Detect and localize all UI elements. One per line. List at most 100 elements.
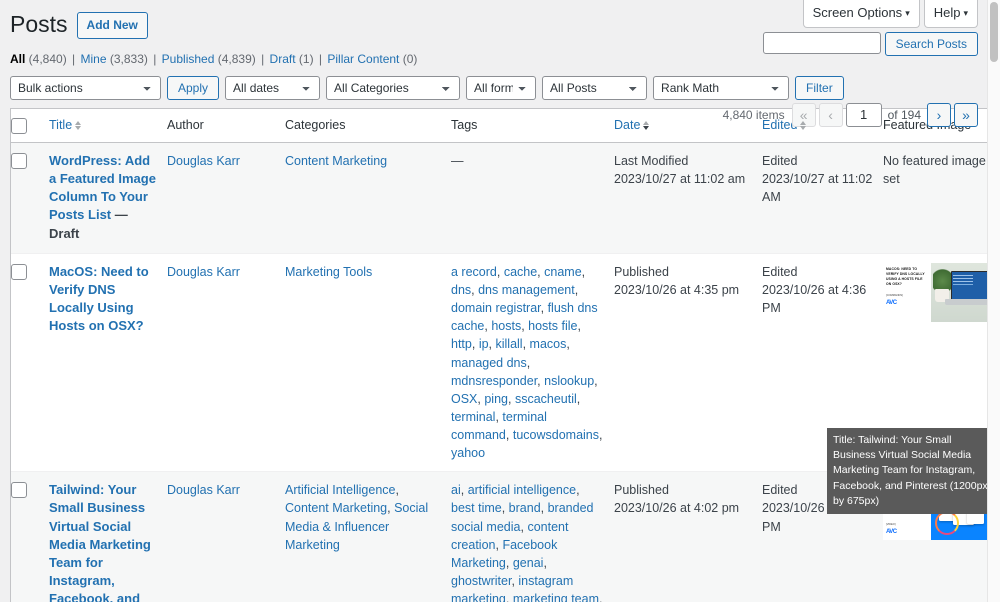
row-checkbox[interactable] <box>11 482 27 499</box>
tag-link[interactable]: terminal <box>451 410 495 424</box>
tag-link[interactable]: yahoo <box>451 446 485 460</box>
prev-page-button[interactable]: ‹ <box>818 102 843 127</box>
tag-link[interactable]: killall <box>496 337 523 351</box>
tag-link[interactable]: dns management <box>478 283 575 297</box>
status-link-all[interactable]: All <box>10 52 25 66</box>
tag-link[interactable]: ip <box>479 337 489 351</box>
pagination: 4,840 items « ‹ of 194 › » <box>723 102 978 127</box>
vertical-scrollbar[interactable] <box>987 0 1000 602</box>
next-page-button[interactable]: › <box>927 102 951 127</box>
tag-link[interactable]: tucowsdomains <box>513 428 599 442</box>
row-checkbox[interactable] <box>11 152 27 169</box>
last-page-button[interactable]: » <box>954 102 978 127</box>
status-count: (4,839) <box>214 51 256 66</box>
date-value: 2023/10/27 at 11:02 am <box>614 172 746 187</box>
category-link[interactable]: Artificial Intelligence <box>285 483 395 497</box>
post-title-link[interactable]: MacOS: Need to Verify DNS Locally Using … <box>49 264 149 333</box>
tag-link[interactable]: http <box>451 337 472 351</box>
column-header-title[interactable]: Title <box>49 108 167 143</box>
table-body: WordPress: Add a Featured Image Column T… <box>11 142 988 602</box>
sort-title-link[interactable]: Title <box>49 117 82 133</box>
add-new-button[interactable]: Add New <box>76 11 148 40</box>
tag-link[interactable]: ghostwriter <box>451 574 511 588</box>
featured-image-tooltip: Title: Tailwind: Your Small Business Vir… <box>827 428 988 515</box>
author-link[interactable]: Douglas Karr <box>167 483 240 497</box>
post-type-filter-select[interactable]: All Posts <box>542 75 648 100</box>
column-header-tags: Tags <box>451 108 614 143</box>
tag-link[interactable]: cache <box>504 265 537 279</box>
featured-image-cell: No featured image set <box>883 142 988 254</box>
search-input[interactable] <box>762 32 881 54</box>
rank-math-filter-select[interactable]: Rank Math <box>653 75 790 100</box>
status-link-draft[interactable]: Draft <box>270 52 296 66</box>
featured-image-thumbnail[interactable]: MACOS: NEED TO VERIFY DNS LOCALLY USING … <box>883 262 988 322</box>
tag-link[interactable]: brand <box>509 501 541 515</box>
post-title-link[interactable]: WordPress: Add a Featured Image Column T… <box>49 153 156 222</box>
tag-link[interactable]: hosts file <box>528 319 577 333</box>
search-posts-button[interactable]: Search Posts <box>884 32 978 56</box>
format-filter-select[interactable]: All formats <box>466 75 537 100</box>
thumb-title: MACOS: NEED TO VERIFY DNS LOCALLY USING … <box>886 266 925 286</box>
category-link[interactable]: Marketing Tools <box>285 265 372 279</box>
help-button[interactable]: Help ▾ <box>923 0 978 29</box>
author-link[interactable]: Douglas Karr <box>167 154 240 168</box>
filter-actions: Bulk actions Apply All dates All Categor… <box>10 75 844 100</box>
tag-link[interactable]: sscacheutil <box>515 392 577 406</box>
tag-link[interactable]: cname <box>544 265 582 279</box>
tag-link[interactable]: genai <box>513 556 544 570</box>
tag-link[interactable]: mdnsresponder <box>451 374 537 388</box>
post-title-link[interactable]: Tailwind: Your Small Business Virtual So… <box>49 482 151 602</box>
thumb-subtitle: [COMMANDS] <box>886 293 903 297</box>
status-count: (4,840) <box>25 51 67 66</box>
author-cell: Douglas Karr <box>167 253 285 473</box>
status-link-mine[interactable]: Mine <box>81 52 107 66</box>
tag-link[interactable]: ai <box>451 483 461 497</box>
tag-link[interactable]: ping <box>484 392 508 406</box>
column-label: Title <box>49 117 73 132</box>
separator: | <box>68 51 79 66</box>
select-all-checkbox[interactable] <box>11 117 27 134</box>
thumb-photo <box>931 262 988 322</box>
status-link-item: All (4,840) | <box>10 52 81 66</box>
tag-link[interactable]: a record <box>451 265 497 279</box>
category-link[interactable]: Content Marketing <box>285 501 387 515</box>
current-page-input[interactable] <box>845 102 882 127</box>
tag-link[interactable]: hosts <box>491 319 521 333</box>
tag-link[interactable]: managed dns <box>451 356 527 370</box>
tag-link[interactable]: best time <box>451 501 502 515</box>
category-link[interactable]: Content Marketing <box>285 154 387 168</box>
date-cell: Published 2023/10/26 at 4:02 pm <box>614 472 762 602</box>
bulk-actions-select[interactable]: Bulk actions <box>10 75 161 100</box>
sort-date-link[interactable]: Date <box>614 117 650 133</box>
edited-status: Edited <box>762 153 798 168</box>
status-link-published[interactable]: Published <box>162 52 215 66</box>
help-label: Help <box>933 5 961 20</box>
categories-cell: Content Marketing <box>285 142 451 254</box>
separator: | <box>315 51 326 66</box>
tag-link[interactable]: macos <box>530 337 567 351</box>
category-filter-select[interactable]: All Categories <box>326 75 461 100</box>
author-link[interactable]: Douglas Karr <box>167 265 240 279</box>
filter-button[interactable]: Filter <box>795 75 844 100</box>
sort-indicator-icon <box>75 120 82 130</box>
tag-link[interactable]: nslookup <box>544 374 594 388</box>
screen-options-button[interactable]: Screen Options ▾ <box>802 0 920 29</box>
apply-button[interactable]: Apply <box>167 75 220 100</box>
separator: | <box>149 51 160 66</box>
date-status: Published <box>614 264 669 279</box>
date-filter-select[interactable]: All dates <box>225 75 321 100</box>
date-cell: Published 2023/10/26 at 4:35 pm <box>614 253 762 473</box>
tag-link[interactable]: dns <box>451 283 471 297</box>
tag-link[interactable]: domain registrar <box>451 301 541 315</box>
thumb-logo: AVC <box>886 300 897 307</box>
tag-link[interactable]: artificial intelligence <box>468 483 576 497</box>
tag-link[interactable]: OSX <box>451 392 477 406</box>
edited-cell: Edited 2023/10/27 at 11:02 AM <box>762 142 883 254</box>
date-value: 2023/10/26 at 4:02 pm <box>614 501 740 516</box>
edited-value: 2023/10/27 at 11:02 AM <box>762 172 873 205</box>
tag-link[interactable]: marketing team <box>513 592 599 602</box>
status-link-pillar-content[interactable]: Pillar Content <box>327 52 399 66</box>
scrollbar-thumb[interactable] <box>990 2 998 62</box>
tags-cell: ai, artificial intelligence, best time, … <box>451 472 614 602</box>
row-checkbox[interactable] <box>11 263 27 280</box>
